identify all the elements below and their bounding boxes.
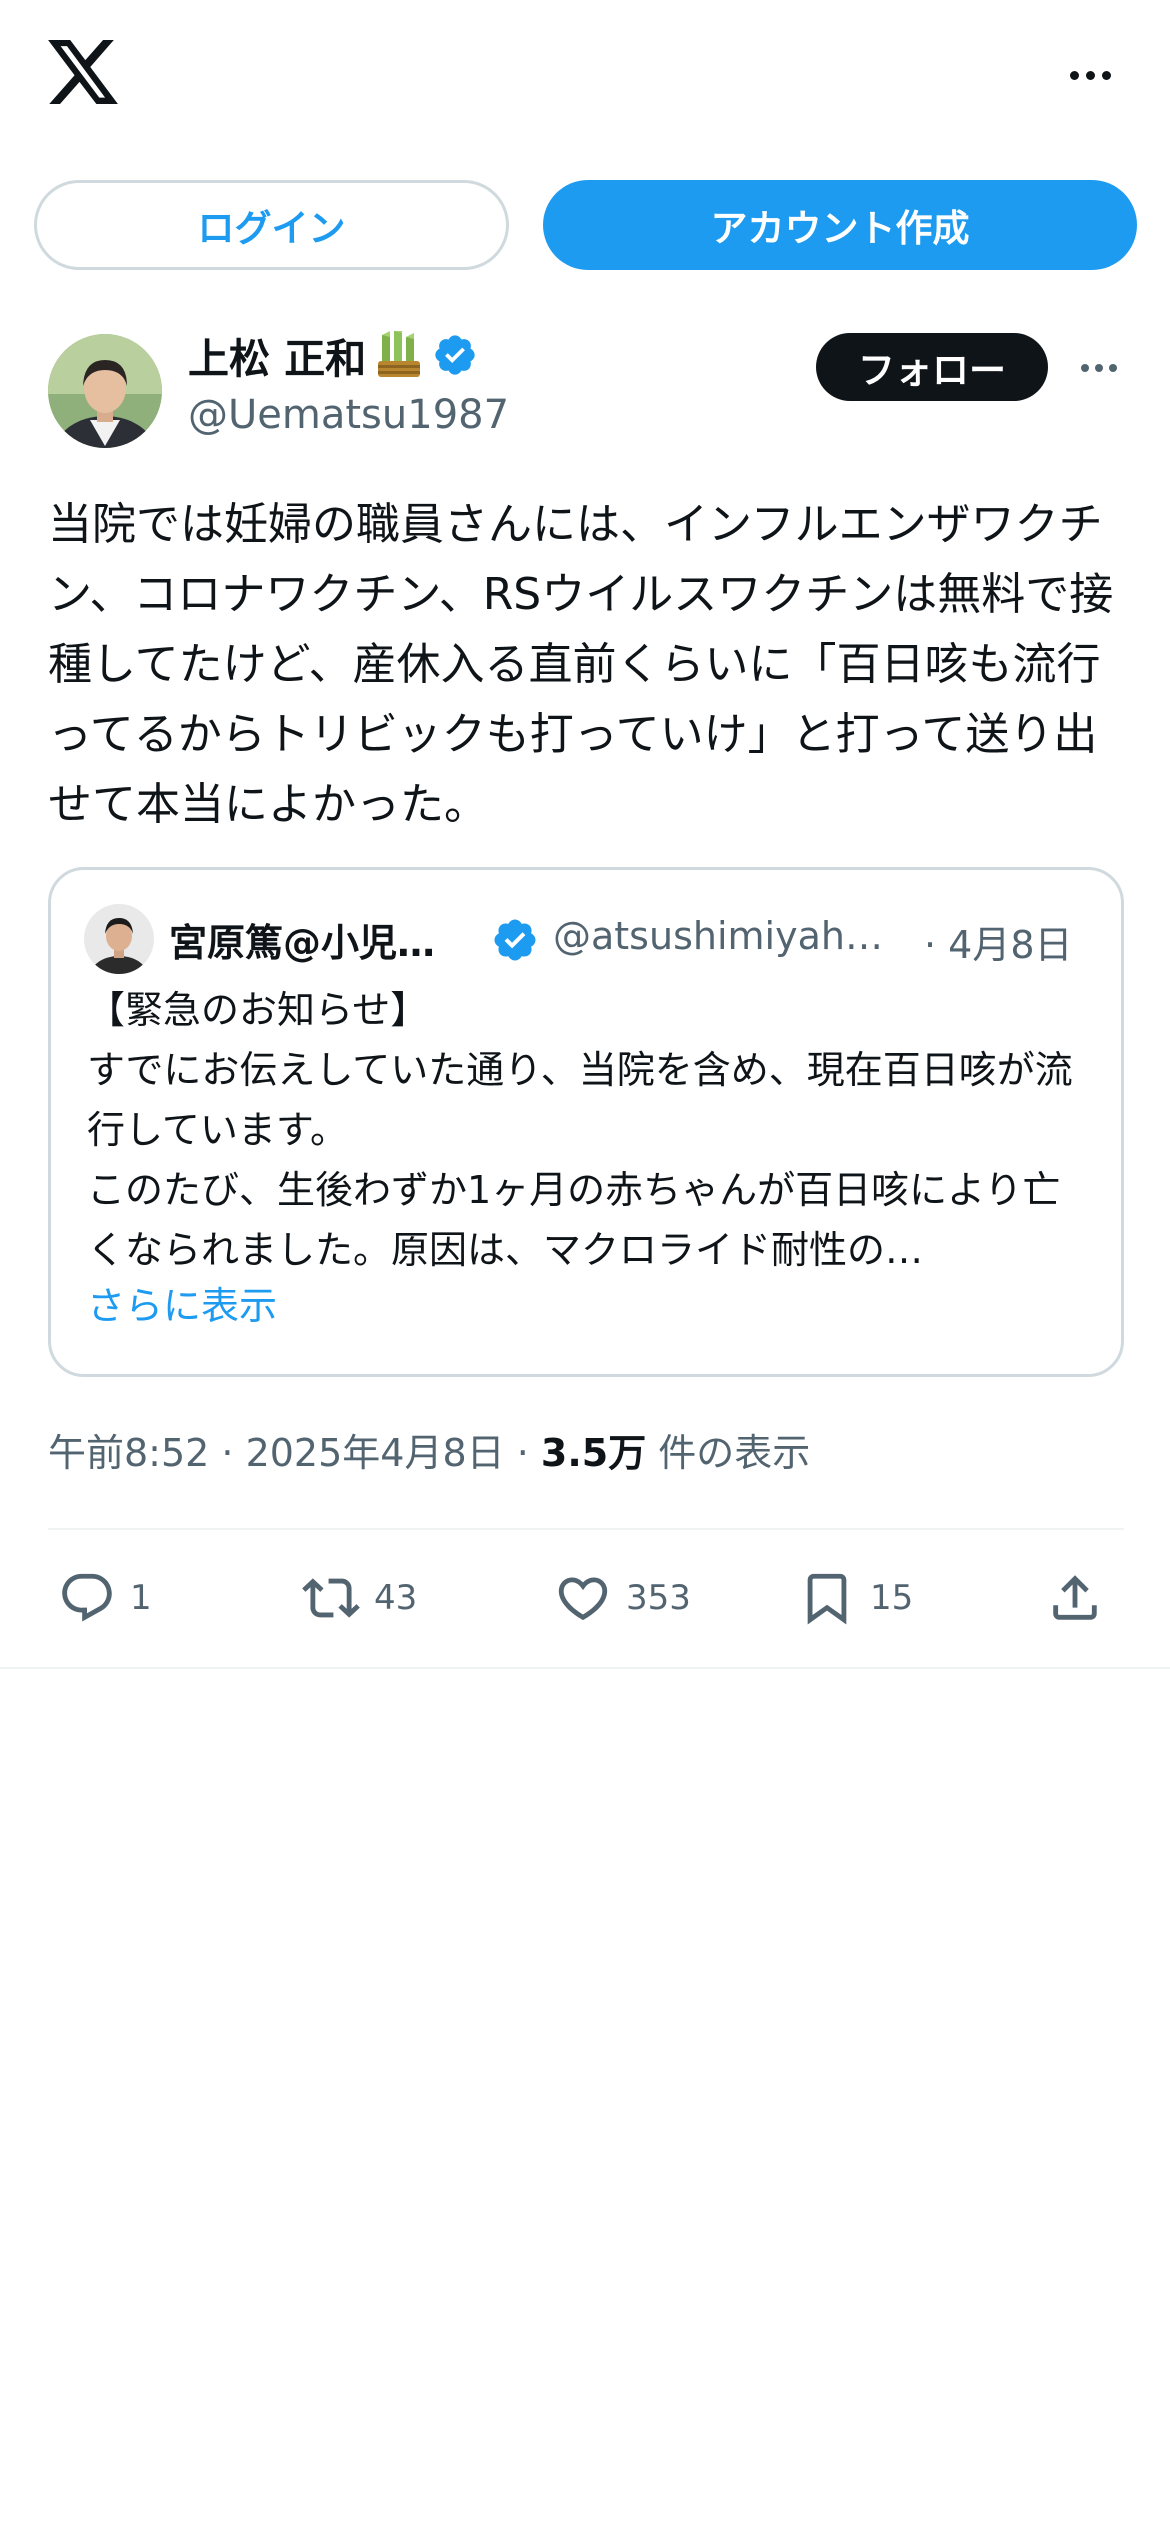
follow-button[interactable]: フォロー [816,333,1048,401]
view-count: 3.5万 [540,1431,647,1475]
share-button[interactable] [1046,1568,1104,1628]
x-logo-icon[interactable] [48,40,118,104]
retweet-button[interactable]: 43 [302,1568,417,1628]
quoted-author-name: 宮原篤@小児… [169,921,436,965]
quoted-tweet[interactable]: 宮原篤@小児… @atsushimiyah… · 4月8日 【緊急のお知らせ】 … [48,867,1124,1377]
verified-badge-icon [494,919,536,961]
quoted-author-avatar [84,904,154,974]
author-avatar[interactable] [48,334,162,448]
divider [48,1528,1124,1530]
login-button[interactable]: ログイン [34,180,509,270]
quoted-author-handle: @atsushimiyah… [553,914,883,958]
more-icon[interactable] [1060,55,1120,95]
retweet-count: 43 [374,1578,418,1618]
share-icon [1053,1575,1097,1620]
reply-count: 1 [130,1578,152,1618]
reply-button[interactable]: 1 [58,1568,152,1628]
verified-badge-icon [435,335,475,375]
bookmark-count: 15 [870,1578,914,1618]
bookmark-icon [807,1573,847,1625]
tweet-timestamp[interactable]: 午前8:52 · 2025年4月8日 · [48,1431,541,1475]
like-count: 353 [626,1578,691,1618]
tweet-more-icon[interactable] [1074,348,1124,388]
kadomatsu-icon [378,331,421,377]
author-handle[interactable]: @Uematsu1987 [188,392,509,438]
tweet-text: 当院では妊婦の職員さんには、インフルエンザワクチン、コロナワクチン、RSウイルス… [48,499,1114,830]
author-name[interactable]: 上松 正和 [188,325,478,385]
show-more-link[interactable]: さらに表示 [87,1275,277,1330]
like-button[interactable]: 353 [554,1568,691,1628]
retweet-icon [302,1578,360,1618]
view-label: 件の表示 [646,1431,811,1475]
quoted-tweet-date: · 4月8日 [924,923,1073,967]
divider [0,1667,1170,1669]
heart-icon [558,1577,608,1621]
reply-icon [62,1573,112,1622]
quoted-tweet-text: 【緊急のお知らせ】 すでにお伝えしていた通り、当院を含め、現在百日咳が流行してい… [87,988,1073,1272]
top-bar [0,0,1170,150]
bookmark-button[interactable]: 15 [798,1568,913,1628]
author-name-text[interactable]: 上松 正和 [188,325,366,385]
create-account-button[interactable]: アカウント作成 [543,180,1137,270]
tweet-meta: 午前8:52 · 2025年4月8日 · 3.5万 件の表示 [48,1422,810,1477]
